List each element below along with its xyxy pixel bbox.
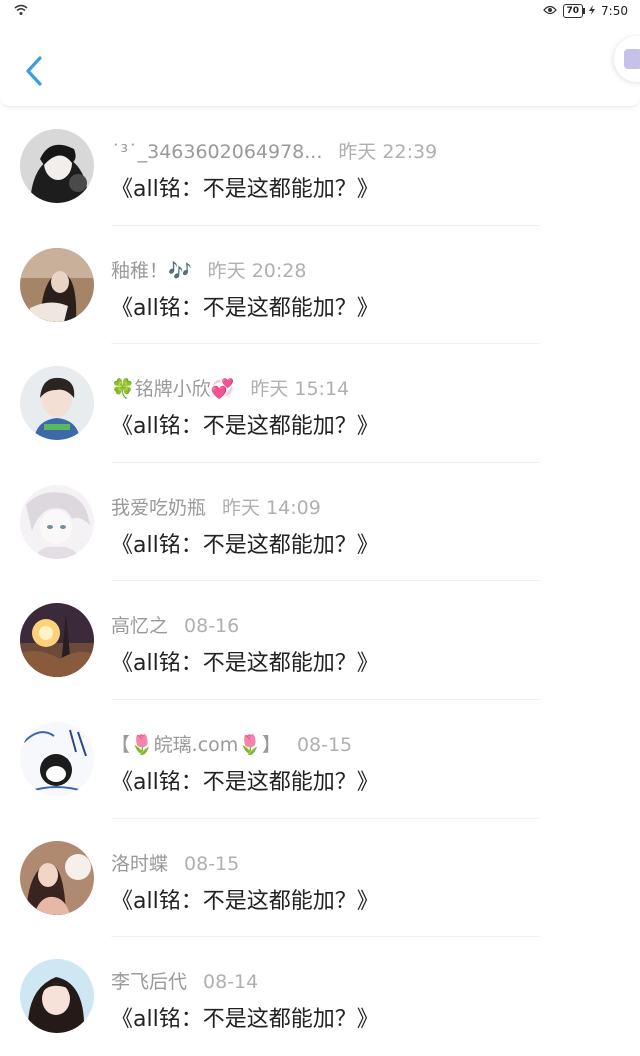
list-item[interactable]: 洛时蝶 08-15 《all铭：不是这都能加？》 [0, 819, 640, 938]
eye-icon [542, 4, 557, 18]
wifi-icon [14, 4, 28, 19]
timestamp: 昨天 22:39 [338, 141, 438, 163]
list-item[interactable]: ˙³˙_3463602064978... 昨天 22:39 《all铭：不是这都能… [0, 107, 640, 226]
message-text: 《all铭：不是这都能加？》 [111, 414, 379, 440]
battery-indicator: 70 [562, 4, 585, 18]
avatar[interactable] [20, 959, 94, 1034]
message-text: 《all铭：不是这都能加？》 [111, 295, 379, 321]
user-name[interactable]: 李飞后代 [111, 971, 187, 993]
floating-side-button[interactable] [614, 36, 640, 82]
message-text: 《all铭：不是这都能加？》 [111, 532, 379, 558]
list-item[interactable]: 釉稚！🎶 昨天 20:28 《all铭：不是这都能加？》 [0, 226, 640, 345]
back-button[interactable] [18, 50, 54, 90]
avatar[interactable] [20, 840, 94, 915]
user-name[interactable]: 🍀铭牌小欣💞 [111, 378, 234, 400]
bolt-icon [589, 4, 596, 18]
list-item[interactable]: 我爱吃奶瓶 昨天 14:09 《all铭：不是这都能加？》 [0, 463, 640, 582]
avatar[interactable] [20, 484, 94, 559]
avatar[interactable] [20, 603, 94, 678]
avatar[interactable] [20, 366, 94, 441]
user-name[interactable]: 【🌷皖璃.com🌷】 [111, 734, 281, 756]
list-item[interactable]: 高忆之 08-16 《all铭：不是这都能加？》 [0, 581, 640, 700]
timestamp: 08-14 [203, 971, 259, 994]
timestamp: 08-15 [184, 852, 240, 875]
user-name[interactable]: 高忆之 [111, 615, 168, 637]
avatar[interactable] [20, 129, 94, 203]
status-time: 7:50 [601, 4, 628, 18]
message-text: 《all铭：不是这都能加？》 [111, 888, 379, 914]
avatar[interactable] [20, 247, 94, 322]
timestamp: 08-16 [184, 615, 240, 638]
user-name[interactable]: 釉稚！🎶 [111, 260, 192, 282]
message-text: 《all铭：不是这都能加？》 [111, 769, 379, 795]
user-name[interactable]: 洛时蝶 [111, 853, 168, 875]
list-item[interactable]: 【🌷皖璃.com🌷】 08-15 《all铭：不是这都能加？》 [0, 700, 640, 819]
list-item[interactable]: 🍀铭牌小欣💞 昨天 15:14 《all铭：不是这都能加？》 [0, 344, 640, 463]
avatar[interactable] [20, 721, 94, 796]
status-bar: 70 7:50 [0, 0, 640, 24]
message-text: 《all铭：不是这都能加？》 [111, 177, 379, 202]
user-name[interactable]: ˙³˙_3463602064978... [111, 141, 322, 163]
timestamp: 昨天 20:28 [207, 259, 307, 282]
message-list: ˙³˙_3463602064978... 昨天 22:39 《all铭：不是这都能… [0, 107, 640, 1056]
message-text: 《all铭：不是这都能加？》 [111, 651, 379, 677]
top-header [0, 24, 640, 107]
chevron-left-icon [26, 56, 42, 86]
side-badge-icon [624, 49, 640, 69]
list-item[interactable]: 李飞后代 08-14 《all铭：不是这都能加？》 [0, 937, 640, 1056]
timestamp: 08-15 [296, 733, 353, 756]
timestamp: 昨天 15:14 [250, 378, 350, 401]
user-name[interactable]: 我爱吃奶瓶 [111, 497, 206, 519]
timestamp: 昨天 14:09 [222, 496, 321, 519]
message-text: 《all铭：不是这都能加？》 [111, 1007, 379, 1033]
